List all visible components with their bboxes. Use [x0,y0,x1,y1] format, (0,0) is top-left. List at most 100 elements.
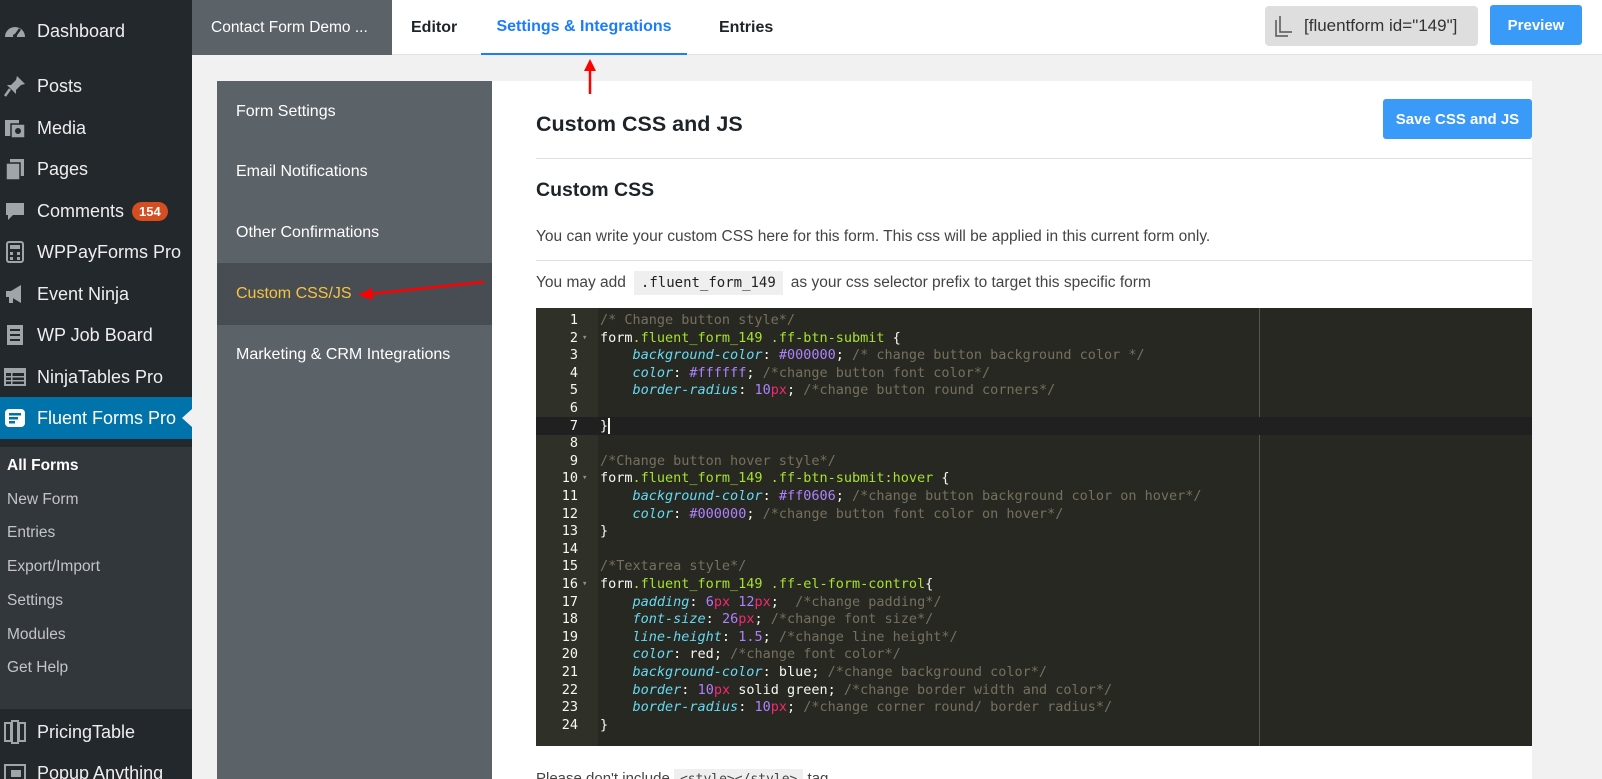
code-text: /* Change button style*/ [600,312,796,328]
line-number: 18 [561,611,578,628]
code-line[interactable]: 23 border-radius: 10px; /*change corner … [536,698,1532,716]
code-line[interactable]: 1 /* Change button style*/ [536,311,1532,329]
sidebar-item-popup-anything[interactable]: Popup Anything [0,752,192,779]
sidebar-item-wppayforms[interactable]: WPPayForms Pro [0,231,192,273]
nav-custom-css-js[interactable]: Custom CSS/JS [217,263,492,325]
page-title: Custom CSS and JS [536,112,743,136]
megaphone-icon [2,281,28,307]
line-number: 15 [561,558,578,575]
tab-entries[interactable]: Entries [719,0,773,55]
code-text: padding: 6px 12px; /*change padding*/ [632,593,942,610]
code-line[interactable]: 6 [536,399,1532,417]
fold-toggle-icon[interactable]: ▾ [582,329,587,347]
submenu-new-form[interactable]: New Form [7,491,78,509]
calculator-icon [2,239,28,265]
code-line[interactable]: 16 ▾ form.fluent_form_149 .ff-el-form-cont… [536,575,1532,593]
line-number: 16 [561,576,578,592]
submenu-settings[interactable]: Settings [7,592,63,610]
line-number: 3 [569,347,578,364]
code-line[interactable]: 20 color: red; /*change font color*/ [536,645,1532,663]
nav-marketing-crm[interactable]: Marketing & CRM Integrations [217,324,492,386]
line-number: 24 [561,716,578,733]
sidebar-item-label: PricingTable [37,721,136,742]
code-line[interactable]: 18 font-size: 26px; /*change font size*/ [536,610,1532,628]
submenu-all-forms[interactable]: All Forms [7,457,78,475]
sidebar-item-ninjatables[interactable]: NinjaTables Pro [0,356,192,398]
sidebar-item-label: Popup Anything [37,762,164,779]
code-line[interactable]: 14 [536,540,1532,558]
code-text: } [600,716,609,733]
code-line[interactable]: 15 /*Textarea style*/ [536,557,1532,575]
hint-text: Please don't include [536,770,670,779]
wp-admin-sidebar: Dashboard Posts Media Pages Comments 154… [0,0,192,779]
nav-form-settings[interactable]: Form Settings [217,81,492,143]
nav-other-confirmations[interactable]: Other Confirmations [217,202,492,264]
code-text: form.fluent_form_149 .ff-btn-submit:hove… [600,470,950,487]
code-line[interactable]: 21 background-color: blue; /*change back… [536,663,1532,681]
code-line[interactable]: 17 padding: 6px 12px; /*change padding*/ [536,593,1532,611]
submenu-entries[interactable]: Entries [7,524,55,542]
sidebar-item-comments[interactable]: Comments 154 [0,190,192,232]
tab-settings-integrations[interactable]: Settings & Integrations [481,0,687,55]
sidebar-item-label: WP Job Board [37,324,153,345]
code-line[interactable]: 4 color: #ffffff; /*change button font c… [536,364,1532,382]
shortcode-text: [fluentform id="149"] [1304,16,1458,35]
code-line[interactable]: 3 background-color: #000000; /* change b… [536,346,1532,364]
fold-toggle-icon[interactable]: ▾ [582,469,587,487]
form-title[interactable]: Contact Form Demo ... [192,0,392,55]
line-number: 7 [569,417,578,434]
style-tag-hint: Please don't include <style></style> tag [536,769,828,779]
code-text: background-color: #ff0606; /*change butt… [632,488,1202,504]
code-text: /*Textarea style*/ [600,558,747,575]
sidebar-item-event-ninja[interactable]: Event Ninja [0,273,192,315]
code-text: form.fluent_form_149 .ff-el-form-control… [600,576,934,592]
shortcode-copy[interactable]: [fluentform id="149"] [1265,6,1478,46]
style-tag-code: <style></style> [673,769,804,779]
comments-count-badge: 154 [132,201,168,221]
sidebar-item-pricingtable[interactable]: PricingTable [0,711,192,753]
code-line[interactable]: 5 border-radius: 10px; /*change button r… [536,381,1532,399]
line-number: 8 [569,435,578,452]
code-line[interactable]: 24} [536,716,1532,734]
sidebar-item-fluent-forms[interactable]: Fluent Forms Pro [0,397,192,439]
form-editor-topbar: Contact Form Demo ... Editor Settings & … [192,0,1602,55]
code-line[interactable]: 10 ▾ form.fluent_form_149 .ff-btn-submit:h… [536,469,1532,487]
nav-email-notifications[interactable]: Email Notifications [217,141,492,203]
code-line[interactable]: 13} [536,522,1532,540]
sidebar-item-dashboard[interactable]: Dashboard [0,10,192,52]
line-number: 9 [569,452,578,469]
code-line[interactable]: 2 ▾ form.fluent_form_149 .ff-btn-submit { [536,329,1532,347]
line-number: 12 [561,505,578,522]
sidebar-item-posts[interactable]: Posts [0,65,192,107]
sidebar-item-wp-job-board[interactable]: WP Job Board [0,314,192,356]
code-text: line-height: 1.5; /*change line height*/ [632,628,958,645]
code-line[interactable]: 9 /*Change button hover style*/ [536,452,1532,470]
fold-toggle-icon[interactable]: ▾ [582,575,587,593]
submenu-get-help[interactable]: Get Help [7,659,68,677]
code-text: /*Change button hover style*/ [600,452,836,469]
preview-button[interactable]: Preview [1490,5,1582,45]
tab-editor[interactable]: Editor [411,0,457,55]
code-line[interactable]: 22 border: 10px solid green; /*change bo… [536,681,1532,699]
line-number: 19 [561,628,578,645]
copy-icon [1275,15,1293,37]
code-line[interactable]: 8 [536,434,1532,452]
css-code-editor[interactable]: 1/* Change button style*/2 ▾ form.fluent_f… [536,308,1532,746]
line-number: 23 [561,699,578,716]
table-icon [2,364,28,390]
code-line[interactable]: 11 background-color: #ff0606; /*change b… [536,487,1532,505]
selector-prefix-code: .fluent_form_149 [633,271,783,295]
code-line[interactable]: 7} [536,416,1532,435]
code-text: color: red; /*change font color*/ [632,646,901,663]
submenu-export-import[interactable]: Export/Import [7,558,100,576]
code-line[interactable]: 19 line-height: 1.5; /*change line heigh… [536,628,1532,646]
sidebar-item-pages[interactable]: Pages [0,148,192,190]
code-line[interactable]: 12 color: #000000; /*change button font … [536,505,1532,523]
line-number: 11 [561,488,578,504]
text-cursor [608,417,611,434]
submenu-modules[interactable]: Modules [7,626,66,644]
save-css-js-button[interactable]: Save CSS and JS [1383,99,1532,139]
code-text: } [600,523,609,540]
line-number: 4 [569,364,578,381]
sidebar-item-media[interactable]: Media [0,107,192,149]
